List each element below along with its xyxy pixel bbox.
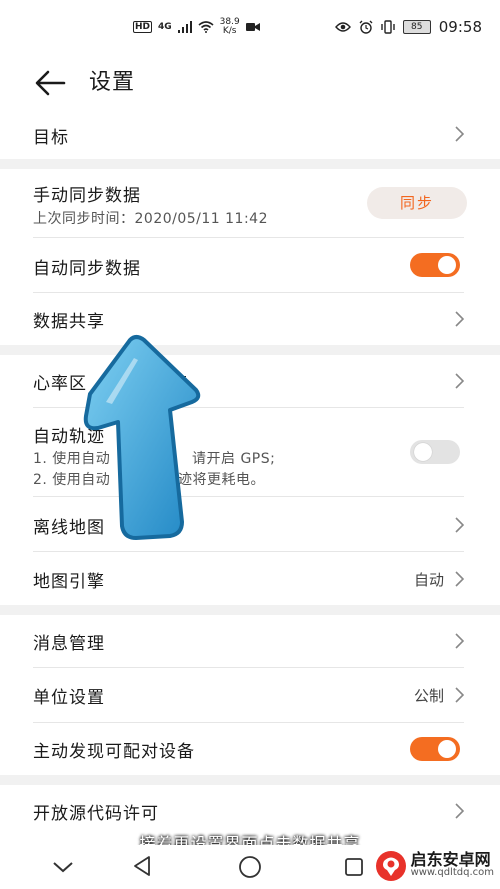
settings-group-general: 消息管理 单位设置 公制 主动发现可配对设备	[0, 615, 500, 775]
discover-devices-toggle[interactable]	[410, 737, 460, 761]
chevron-right-icon	[455, 633, 464, 649]
row-target-label: 目标	[33, 128, 69, 148]
chevron-down-icon[interactable]	[52, 861, 74, 873]
alarm-icon	[359, 20, 373, 34]
auto-track-toggle[interactable]	[410, 440, 460, 464]
app-header: 设置	[0, 60, 500, 108]
net-speed: 38.9 K/s	[220, 18, 240, 36]
chevron-right-icon	[455, 373, 464, 389]
row-offline-map[interactable]: 离线地图	[0, 497, 500, 551]
back-triangle-icon[interactable]	[132, 855, 152, 877]
status-bar: HD 4G 38.9 K/s 85 09:58	[0, 0, 500, 60]
row-data-share[interactable]: 数据共享	[0, 293, 500, 345]
row-message-mgmt[interactable]: 消息管理	[0, 615, 500, 667]
watermark-logo-icon	[375, 851, 406, 881]
toggle-knob	[414, 443, 432, 461]
row-auto-sync-label: 自动同步数据	[33, 259, 141, 279]
chevron-right-icon	[455, 803, 464, 819]
back-arrow-icon[interactable]	[34, 66, 68, 100]
video-icon	[245, 23, 260, 31]
status-right: 85 09:58	[334, 18, 482, 36]
clock: 09:58	[438, 18, 482, 36]
row-auto-sync: 自动同步数据	[0, 238, 500, 292]
row-open-source-label: 开放源代码许可	[33, 804, 159, 824]
row-message-mgmt-label: 消息管理	[33, 634, 105, 654]
row-map-engine[interactable]: 地图引擎 自动	[0, 552, 500, 605]
chevron-right-icon	[455, 687, 464, 703]
network-type: 4G	[158, 22, 172, 32]
row-data-share-label: 数据共享	[33, 312, 105, 332]
vibrate-icon	[381, 20, 395, 34]
watermark-main: 启东安卓网	[410, 850, 491, 869]
signal-icon	[177, 21, 192, 33]
hd-badge: HD	[133, 21, 153, 33]
page-title: 设置	[89, 70, 136, 95]
battery-icon: 85	[402, 20, 431, 34]
status-left: HD 4G 38.9 K/s	[133, 18, 260, 36]
net-speed-unit: K/s	[222, 26, 237, 36]
row-manual-sync-sub: 上次同步时间：2020/05/11 11:42	[33, 211, 268, 227]
watermark-sub: www.qdltdq.com	[410, 867, 494, 878]
row-discover-devices-label: 主动发现可配对设备	[33, 742, 195, 762]
chevron-right-icon	[455, 517, 464, 533]
recents-square-icon[interactable]	[344, 857, 364, 877]
row-heart-rate[interactable]: 心率区 管	[0, 355, 500, 407]
settings-group-maps: 心率区 管 自动轨迹 1. 使用自动 请开启 GPS; 2. 使用自动 迹将更耗…	[0, 355, 500, 605]
wifi-icon	[198, 21, 214, 33]
row-auto-track: 自动轨迹 1. 使用自动 请开启 GPS; 2. 使用自动 迹将更耗电。	[0, 408, 500, 496]
chevron-right-icon	[455, 126, 464, 142]
auto-sync-toggle[interactable]	[410, 253, 460, 277]
eye-icon	[334, 22, 351, 32]
toggle-knob	[438, 256, 456, 274]
settings-group-sync: 手动同步数据 上次同步时间：2020/05/11 11:42 同步 自动同步数据…	[0, 169, 500, 345]
row-map-engine-value: 自动	[413, 571, 444, 589]
row-manual-sync: 手动同步数据 上次同步时间：2020/05/11 11:42 同步	[0, 169, 500, 237]
row-manual-sync-label: 手动同步数据	[33, 186, 141, 206]
toggle-knob	[438, 740, 456, 758]
settings-group-target: 目标	[0, 108, 500, 159]
row-unit-settings-value: 公制	[413, 687, 444, 705]
chevron-right-icon	[455, 311, 464, 327]
tutorial-arrow-overlay	[83, 335, 201, 540]
sync-button[interactable]: 同步	[367, 187, 467, 219]
row-map-engine-label: 地图引擎	[33, 572, 105, 592]
row-target[interactable]: 目标	[0, 108, 500, 159]
chevron-right-icon	[455, 571, 464, 587]
site-watermark: 启东安卓网 www.qdltdq.com	[375, 850, 494, 882]
row-discover-devices: 主动发现可配对设备	[0, 723, 500, 775]
row-unit-settings-label: 单位设置	[33, 688, 105, 708]
home-circle-icon[interactable]	[238, 855, 262, 879]
row-unit-settings[interactable]: 单位设置 公制	[0, 668, 500, 722]
watermark-text: 启东安卓网 www.qdltdq.com	[410, 850, 494, 879]
